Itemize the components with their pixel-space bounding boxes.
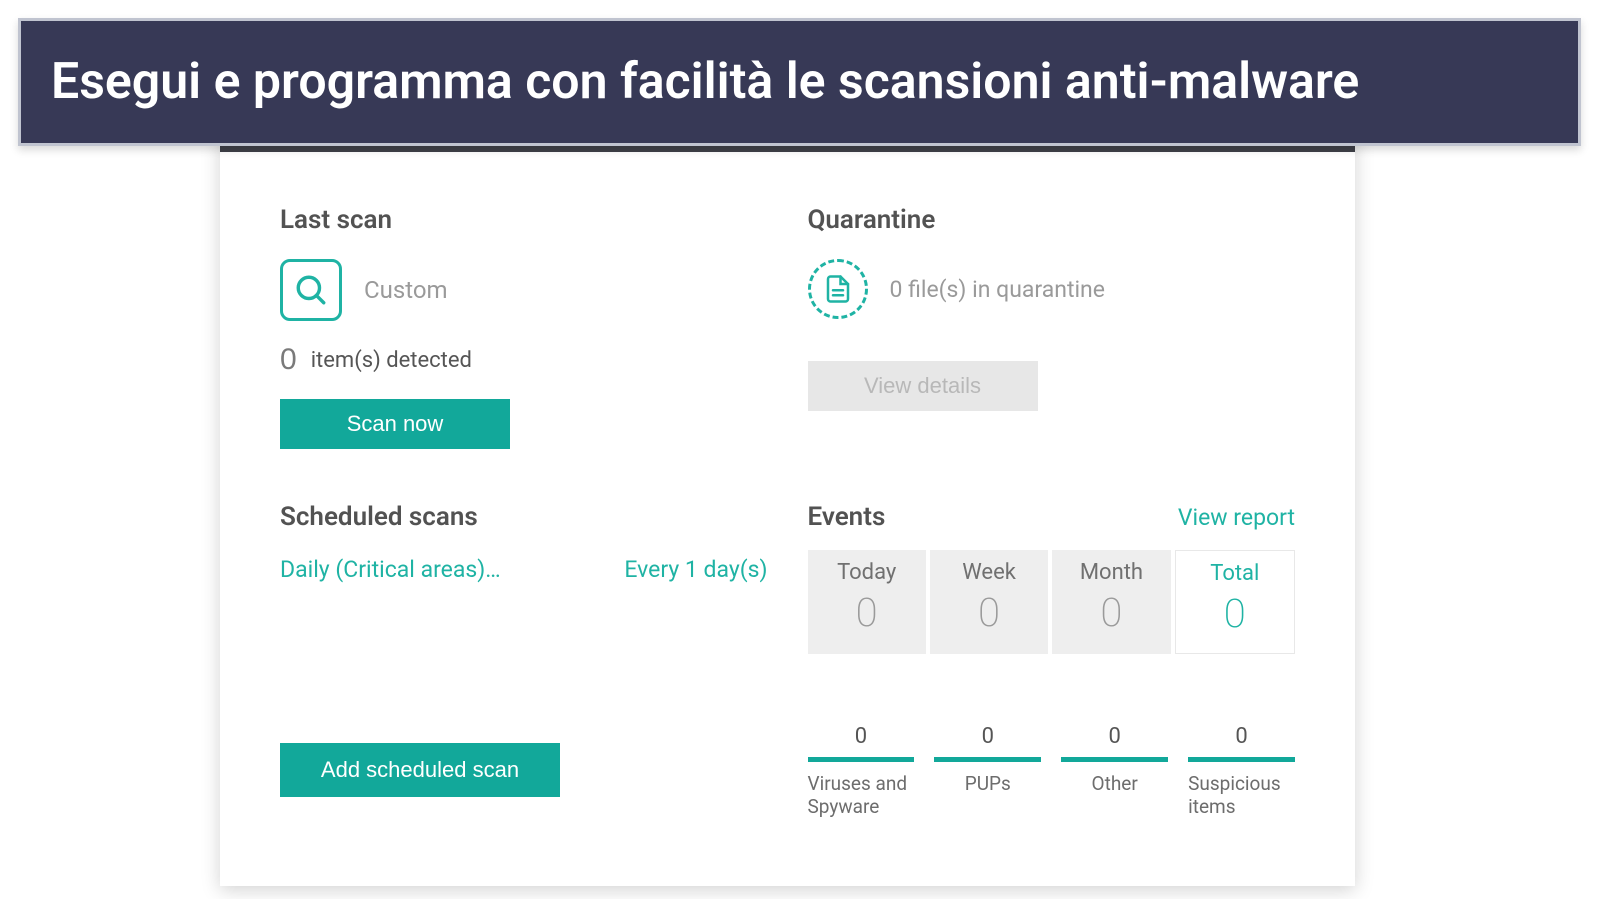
events-tabs: Today 0 Week 0 Month 0 Total 0 — [808, 550, 1296, 654]
last-scan-type-label: Custom — [364, 276, 448, 304]
events-title: Events — [808, 502, 886, 532]
category-underline — [808, 757, 915, 762]
tab-today-label: Today — [816, 560, 918, 585]
tab-today-value: 0 — [816, 589, 918, 636]
quarantine-icon — [808, 259, 868, 319]
category-viruses-count: 0 — [808, 724, 915, 757]
tab-total[interactable]: Total 0 — [1175, 550, 1295, 654]
view-details-button: View details — [808, 361, 1038, 411]
tab-week-value: 0 — [938, 589, 1040, 636]
category-other-label: Other — [1061, 772, 1168, 795]
scheduled-item-name: Daily (Critical areas)… — [280, 556, 501, 583]
events-categories: 0 Viruses and Spyware 0 PUPs 0 Other 0 S… — [808, 724, 1296, 818]
events-section: Events View report Today 0 Week 0 Month … — [808, 502, 1296, 831]
tab-week-label: Week — [938, 560, 1040, 585]
scheduled-title: Scheduled scans — [280, 502, 768, 532]
quarantine-summary: 0 file(s) in quarantine — [890, 276, 1105, 303]
category-pups-label: PUPs — [934, 772, 1041, 795]
quarantine-row: 0 file(s) in quarantine — [808, 259, 1296, 319]
category-suspicious-count: 0 — [1188, 724, 1295, 757]
tab-week[interactable]: Week 0 — [930, 550, 1048, 654]
tab-month-label: Month — [1060, 560, 1162, 585]
last-scan-title: Last scan — [280, 205, 768, 235]
detected-count: 0 — [280, 343, 297, 377]
add-scheduled-scan-button[interactable]: Add scheduled scan — [280, 743, 560, 797]
category-pups[interactable]: 0 PUPs — [934, 724, 1041, 818]
page-banner: Esegui e programma con facilità le scans… — [18, 18, 1581, 146]
category-suspicious-label: Suspicious items — [1188, 772, 1295, 818]
category-viruses[interactable]: 0 Viruses and Spyware — [808, 724, 915, 818]
tab-total-value: 0 — [1184, 590, 1286, 637]
category-viruses-label: Viruses and Spyware — [808, 772, 915, 818]
tab-total-label: Total — [1184, 561, 1286, 586]
last-scan-type-row: Custom — [280, 259, 768, 321]
category-other[interactable]: 0 Other — [1061, 724, 1168, 818]
category-underline — [934, 757, 1041, 762]
category-other-count: 0 — [1061, 724, 1168, 757]
category-suspicious[interactable]: 0 Suspicious items — [1188, 724, 1295, 818]
magnifier-icon — [280, 259, 342, 321]
tab-today[interactable]: Today 0 — [808, 550, 926, 654]
events-header: Events View report — [808, 502, 1296, 532]
scheduled-item[interactable]: Daily (Critical areas)… Every 1 day(s) — [280, 556, 768, 583]
scheduled-section: Scheduled scans Daily (Critical areas)… … — [280, 502, 768, 831]
page-banner-title: Esegui e programma con facilità le scans… — [51, 53, 1359, 111]
antimalware-panel: Last scan Custom 0 item(s) detected Scan… — [220, 130, 1355, 886]
tab-month[interactable]: Month 0 — [1052, 550, 1170, 654]
view-report-link[interactable]: View report — [1178, 504, 1295, 531]
scheduled-item-frequency: Every 1 day(s) — [624, 556, 767, 583]
category-underline — [1061, 757, 1168, 762]
category-pups-count: 0 — [934, 724, 1041, 757]
detected-text: item(s) detected — [311, 348, 472, 373]
quarantine-section: Quarantine 0 file(s) in quarantine View … — [808, 205, 1296, 462]
detected-row: 0 item(s) detected — [280, 343, 768, 377]
last-scan-section: Last scan Custom 0 item(s) detected Scan… — [280, 205, 768, 462]
tab-month-value: 0 — [1060, 589, 1162, 636]
quarantine-title: Quarantine — [808, 205, 1296, 235]
scan-now-button[interactable]: Scan now — [280, 399, 510, 449]
category-underline — [1188, 757, 1295, 762]
